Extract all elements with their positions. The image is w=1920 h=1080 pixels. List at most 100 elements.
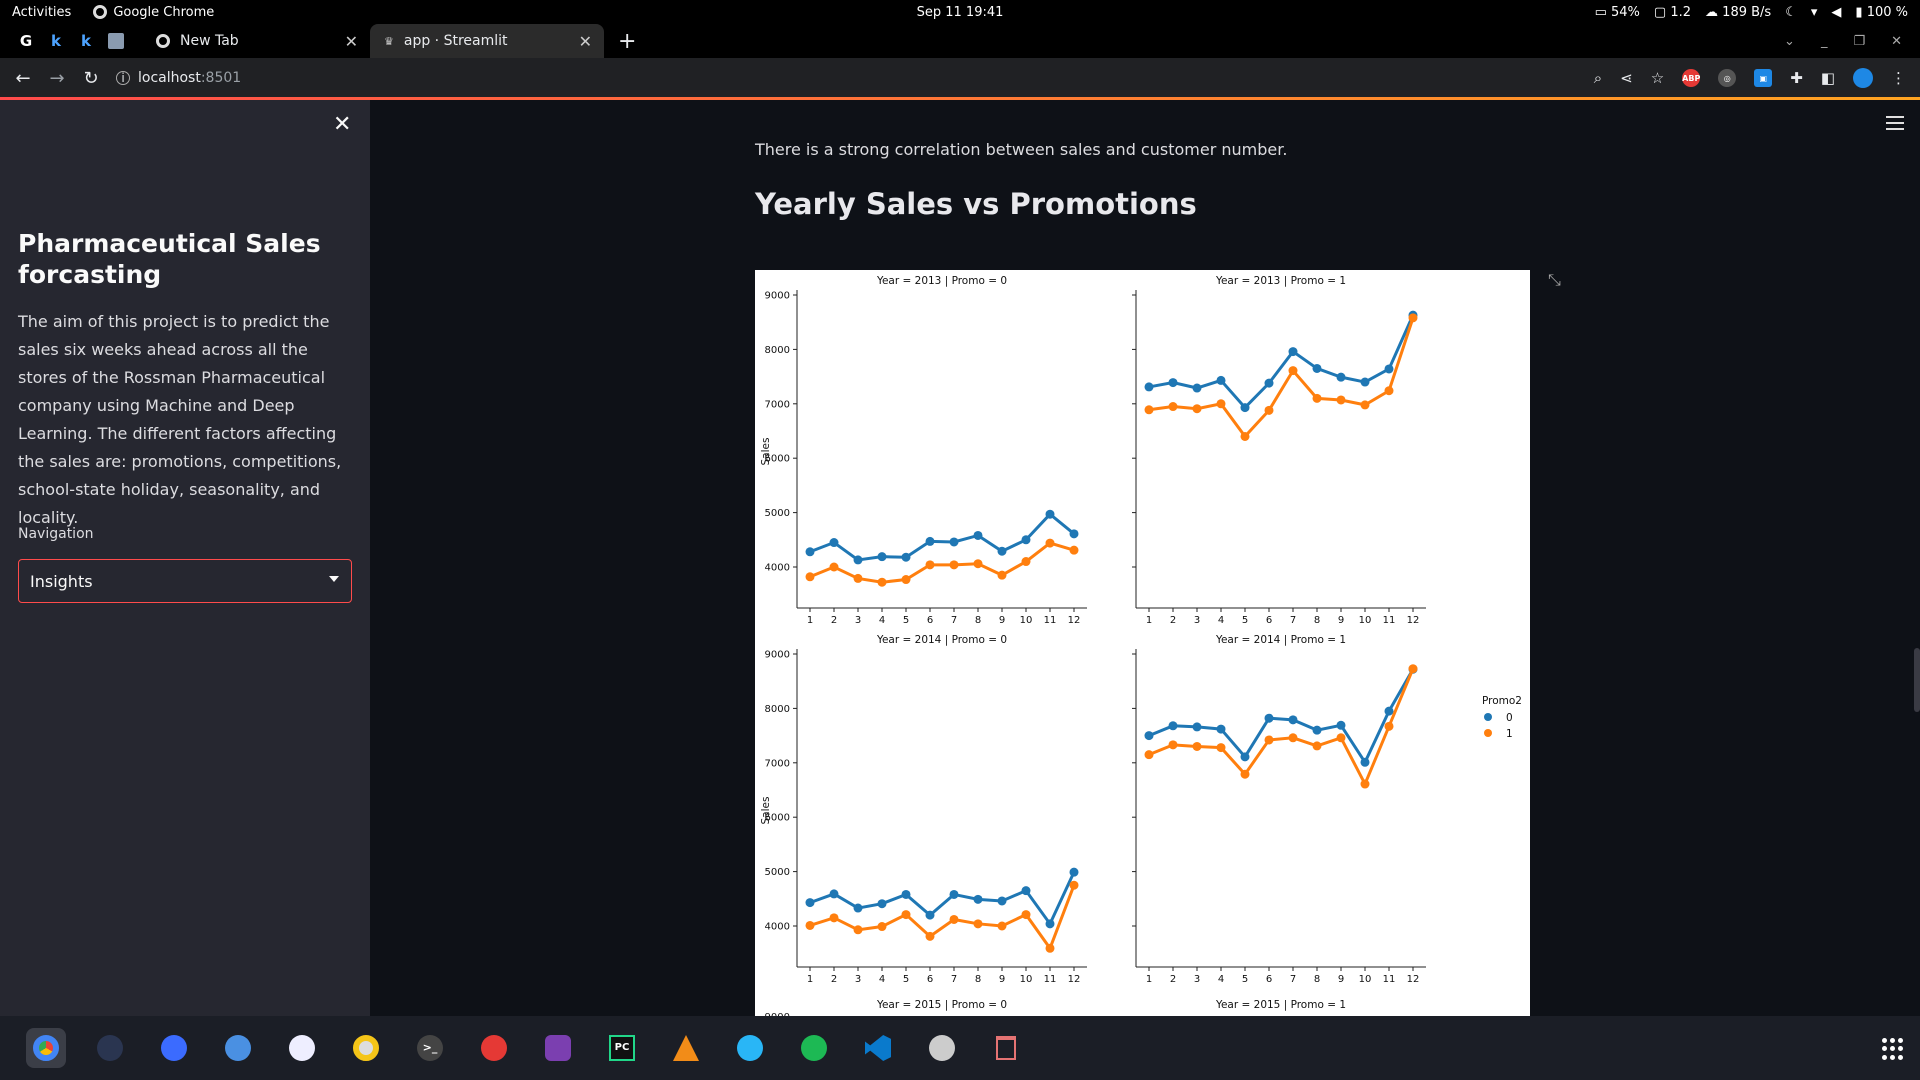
x-tick-label: 7 [1290, 974, 1296, 985]
close-tab-icon[interactable]: ✕ [579, 32, 592, 51]
back-icon[interactable]: ← [12, 68, 34, 89]
screen-extension-icon[interactable]: ▣ [1754, 69, 1773, 87]
data-point-promo2-1 [1144, 750, 1154, 760]
zoom-icon[interactable]: ⌕ [1594, 69, 1602, 87]
tab-label: app · Streamlit [403, 33, 508, 49]
tab-streamlit-app[interactable]: ♛ app · Streamlit ✕ [370, 24, 604, 58]
cpu-status[interactable]: ▢ 1.2 [1654, 5, 1691, 20]
y-tick-label: 8000 [765, 704, 790, 715]
wifi-icon[interactable]: ▾ [1811, 5, 1818, 20]
clock[interactable]: Sep 11 19:41 [917, 5, 1004, 20]
pinned-tab-k2[interactable]: k [76, 31, 96, 51]
extensions-puzzle-icon[interactable]: ✚ [1790, 69, 1803, 87]
x-tick-label: 8 [1314, 615, 1320, 626]
data-point-promo2-1 [925, 931, 935, 941]
storage-app-icon[interactable] [922, 1028, 962, 1068]
close-sidebar-icon[interactable]: ✕ [333, 112, 351, 137]
browser-tab-strip: G k k New Tab ✕ ♛ app · Streamlit ✕ + ⌄ … [0, 24, 1920, 58]
data-point-promo2-0 [1384, 706, 1394, 716]
data-point-promo2-0 [1312, 725, 1322, 735]
show-applications-icon[interactable] [1882, 1038, 1904, 1060]
github-app-icon[interactable] [538, 1028, 578, 1068]
data-point-promo2-0 [1168, 721, 1178, 731]
vlc-app-icon[interactable] [666, 1028, 706, 1068]
restore-button[interactable]: ❐ [1853, 34, 1865, 49]
site-info-icon[interactable]: i [116, 71, 130, 85]
network-status[interactable]: ☁ 189 B/s [1705, 5, 1771, 20]
battery-status[interactable]: ▭ 54% [1595, 5, 1640, 20]
x-tick-label: 1 [807, 615, 813, 626]
data-point-promo2-0 [1264, 378, 1274, 388]
x-tick-label: 9 [1338, 615, 1344, 626]
camera-app-icon[interactable] [346, 1028, 386, 1068]
data-point-promo2-0 [997, 896, 1007, 906]
side-panel-icon[interactable]: ◧ [1821, 69, 1835, 87]
new-tab-button[interactable]: + [618, 29, 636, 54]
scrollbar-thumb[interactable] [1914, 648, 1920, 712]
night-light-icon[interactable]: ☾ [1785, 5, 1797, 20]
data-point-promo2-1 [1216, 743, 1226, 753]
activities-button[interactable]: Activities [12, 5, 71, 20]
data-point-promo2-1 [1069, 545, 1079, 555]
x-tick-label: 3 [855, 974, 861, 985]
forward-icon[interactable]: → [46, 68, 68, 89]
data-point-promo2-1 [1069, 880, 1079, 890]
chrome-dock-icon[interactable] [26, 1028, 66, 1068]
app-menu[interactable]: Google Chrome [93, 5, 214, 20]
toggle-app-icon[interactable] [218, 1028, 258, 1068]
pinned-tab-image[interactable] [106, 31, 126, 51]
panel-title: Year = 2014 | Promo = 0 [876, 634, 1007, 646]
adblock-extension-icon[interactable]: ABP [1682, 69, 1700, 87]
volume-status[interactable]: ▮ 100 % [1855, 5, 1908, 20]
data-point-promo2-1 [901, 575, 911, 585]
panel-title: Year = 2015 | Promo = 1 [1215, 999, 1346, 1011]
messenger-app-icon[interactable] [730, 1028, 770, 1068]
pinned-tab-k1[interactable]: k [46, 31, 66, 51]
pdf-app-icon[interactable] [474, 1028, 514, 1068]
x-tick-label: 9 [1338, 974, 1344, 985]
x-tick-label: 3 [1194, 615, 1200, 626]
series-line-promo2-1 [809, 884, 1076, 952]
minimize-button[interactable]: _ [1821, 34, 1828, 49]
main-menu-icon[interactable] [1886, 116, 1904, 134]
pinned-tab-google[interactable]: G [16, 31, 36, 51]
share-icon[interactable]: ⋖ [1620, 69, 1633, 87]
chat-app-icon[interactable] [282, 1028, 322, 1068]
data-point-promo2-1 [853, 573, 863, 583]
x-tick-label: 9 [999, 974, 1005, 985]
sales-promo-figure: Year = 2013 | Promo = 0 4000 5000 6000 7000 8… [755, 270, 1530, 1016]
data-point-promo2-1 [1264, 735, 1274, 745]
fullscreen-expand-icon[interactable]: ⤡ [1548, 270, 1561, 290]
data-point-promo2-1 [1240, 431, 1250, 441]
trash-app-icon[interactable] [986, 1028, 1026, 1068]
data-point-promo2-0 [805, 898, 815, 908]
data-point-promo2-1 [1144, 405, 1154, 415]
spotify-app-icon[interactable] [794, 1028, 834, 1068]
tab-label: New Tab [180, 33, 239, 49]
speaker-icon[interactable]: ◀ [1831, 5, 1841, 20]
close-window-button[interactable]: ✕ [1891, 34, 1902, 49]
tab-search-icon[interactable]: ⌄ [1784, 34, 1795, 49]
bookmark-star-icon[interactable]: ☆ [1651, 69, 1664, 87]
profile-avatar[interactable] [1853, 68, 1873, 88]
panel-title: Year = 2014 | Promo = 1 [1215, 634, 1346, 646]
moon-app-icon[interactable] [90, 1028, 130, 1068]
navigation-select[interactable]: Insights [18, 559, 352, 603]
data-point-promo2-0 [1336, 720, 1346, 730]
chrome-menu-icon[interactable]: ⋮ [1891, 69, 1906, 87]
facet-line-chart: Year = 2013 | Promo = 040005000600070008… [760, 275, 1522, 1016]
close-tab-icon[interactable]: ✕ [345, 32, 358, 51]
terminal-app-icon[interactable]: >_ [410, 1028, 450, 1068]
x-tick-label: 4 [1218, 615, 1224, 626]
address-bar[interactable]: i localhost:8501 [116, 70, 241, 86]
pycharm-app-icon[interactable]: PC [602, 1028, 642, 1068]
vscode-app-icon[interactable] [858, 1028, 898, 1068]
reload-icon[interactable]: ↻ [80, 68, 102, 89]
browser-app-icon[interactable] [154, 1028, 194, 1068]
x-tick-label: 10 [1020, 615, 1033, 626]
tab-new-tab[interactable]: New Tab ✕ [142, 24, 370, 58]
incognito-extension-icon[interactable]: ◎ [1718, 69, 1737, 87]
volume-value: 100 % [1866, 4, 1908, 20]
sidebar: ✕ Pharmaceutical Sales forcasting The ai… [0, 100, 370, 1016]
data-point-promo2-1 [1045, 538, 1055, 548]
